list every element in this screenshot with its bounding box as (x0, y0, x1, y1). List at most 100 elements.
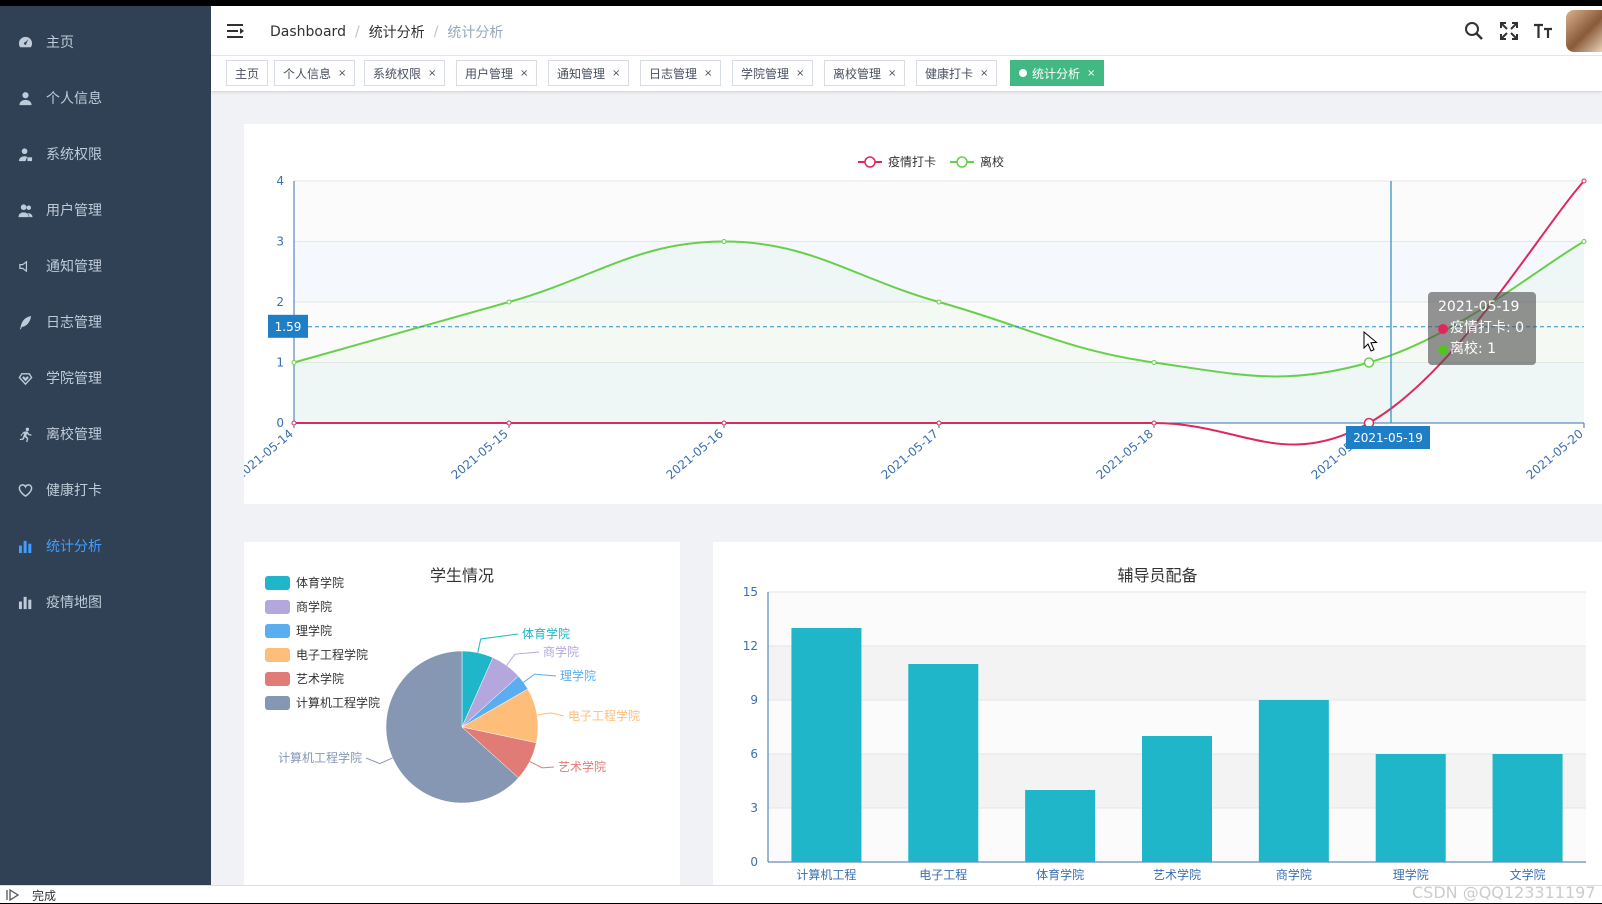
legend-swatch (265, 576, 290, 590)
tag-item[interactable]: 主页 (226, 60, 269, 86)
legend-marker (864, 156, 876, 168)
pie-label-line (506, 651, 540, 666)
sidebar-item-label: 用户管理 (46, 203, 102, 219)
sidebar-item[interactable]: 学院管理 (0, 350, 211, 406)
sidebar-item[interactable]: 统计分析 (0, 518, 211, 574)
sidebar-item[interactable]: 疫情地图 (0, 574, 211, 630)
status-text: 完成 (32, 889, 57, 903)
bar (1142, 736, 1212, 862)
bar-chart: 0 3 6 9 12 15 计算机工程 电子工程 体育学院 艺术学院 商学院 理学院 文学院 (743, 585, 1586, 882)
bar (1375, 754, 1446, 862)
tooltip-row: 疫情打卡: 0 (1438, 318, 1526, 339)
series-point (721, 239, 727, 244)
close-icon[interactable]: × (520, 68, 528, 79)
tag-label: 离校管理 (833, 66, 882, 81)
close-icon[interactable]: × (1087, 68, 1095, 79)
tag-label: 日志管理 (649, 66, 698, 81)
x-tick-label: 体育学院 (1036, 867, 1084, 882)
user-icon (16, 89, 34, 107)
pie-slice-label: 艺术学院 (558, 759, 606, 774)
font-size-icon[interactable] (1533, 21, 1553, 41)
legend-swatch (265, 696, 290, 710)
tag-label: 个人信息 (283, 66, 332, 81)
tag-item[interactable]: 离校管理 × (824, 60, 906, 86)
sidebar-item-label: 离校管理 (46, 427, 102, 443)
user-lock-icon (16, 145, 34, 163)
sidebar-item[interactable]: 系统权限 (0, 126, 211, 182)
series-point (1581, 239, 1587, 244)
close-icon[interactable]: × (428, 68, 436, 79)
play-icon[interactable] (6, 889, 20, 901)
legend-label: 体育学院 (296, 575, 344, 590)
line-chart: 0 1 2 3 4 2021-05-14 2021-05-15 2021-05-16 2021-… (233, 154, 1587, 483)
running-icon (16, 425, 34, 443)
grid-band (768, 646, 1586, 700)
close-icon[interactable]: × (612, 68, 620, 79)
search-icon[interactable] (1464, 21, 1484, 41)
users-icon (16, 201, 34, 219)
tag-item[interactable]: 个人信息 × (274, 60, 356, 86)
sidebar-item[interactable]: 通知管理 (0, 238, 211, 294)
tag-item[interactable]: 通知管理 × (548, 60, 630, 86)
close-icon[interactable]: × (888, 68, 896, 79)
navbar: Dashboard / 统计分析 / 统计分析 (211, 6, 1602, 56)
close-icon[interactable]: × (338, 68, 346, 79)
sidebar-item[interactable]: 个人信息 (0, 70, 211, 126)
sidebar-item[interactable]: 日志管理 (0, 294, 211, 350)
breadcrumb-separator: / (354, 24, 360, 40)
series-dot-icon (1438, 344, 1448, 355)
tag-label: 统计分析 (1032, 66, 1081, 81)
pie-label-line (536, 712, 565, 717)
y-tick-label: 3 (750, 801, 758, 815)
bar (1492, 754, 1563, 862)
x-tick-label: 2021-05-17 (878, 427, 940, 483)
x-tick-label: 计算机工程 (796, 867, 856, 882)
series-point (1151, 360, 1157, 365)
feather-icon (16, 313, 34, 331)
y-tick-label: 12 (743, 639, 758, 653)
sidebar-item[interactable]: 离校管理 (0, 406, 211, 462)
pie-slice-label: 体育学院 (522, 626, 570, 641)
tooltip-row: 离校: 1 (1438, 339, 1526, 360)
bar (908, 664, 979, 862)
fullscreen-icon[interactable] (1499, 21, 1519, 41)
bar (1025, 790, 1096, 862)
tag-label: 通知管理 (557, 66, 606, 81)
series-point (1581, 178, 1587, 184)
sidebar-item[interactable]: 主页 (0, 14, 211, 70)
sidebar-item[interactable]: 用户管理 (0, 182, 211, 238)
pie-chart: 体育学院商学院理学院电子工程学院艺术学院计算机工程学院体育学院商学院理学院电子工… (265, 575, 640, 804)
pie-slice-label: 电子工程学院 (568, 708, 640, 723)
tag-item[interactable]: 用户管理 × (456, 60, 538, 86)
pie-slice-label: 商学院 (543, 644, 579, 659)
tag-item[interactable]: 健康打卡 × (916, 60, 998, 86)
diamond-heart-icon (16, 369, 34, 387)
hamburger-icon[interactable] (227, 23, 245, 39)
y-tick-label: 3 (276, 235, 284, 249)
pie-label-line (365, 757, 393, 765)
tag-item[interactable]: 日志管理 × (640, 60, 722, 86)
close-icon[interactable]: × (796, 68, 804, 79)
breadcrumb-item-dashboard[interactable]: Dashboard (270, 24, 346, 40)
sidebar-item[interactable]: 健康打卡 (0, 462, 211, 518)
sidebar-item-label: 个人信息 (46, 91, 102, 107)
legend-label: 电子工程学院 (296, 647, 368, 662)
x-tick-label: 理学院 (1393, 867, 1429, 882)
heart-icon (16, 481, 34, 499)
tag-item[interactable]: 系统权限 × (364, 60, 446, 86)
bar-chart-panel: 辅导员配备 0 3 6 9 12 15 计算机工程 电子工程 体育学院 艺术学院 商学院 理学院 文学院 (713, 542, 1602, 885)
tag-item[interactable]: 统计分析 × (1010, 60, 1105, 86)
close-icon[interactable]: × (704, 68, 712, 79)
pie-label-line (477, 633, 519, 653)
tag-item[interactable]: 学院管理 × (732, 60, 814, 86)
x-tick-label: 2021-05-14 (244, 427, 296, 483)
pie-label-line (529, 761, 555, 769)
tag-label: 健康打卡 (925, 66, 974, 81)
legend-label: 商学院 (296, 599, 332, 614)
breadcrumb-item-section[interactable]: 统计分析 (369, 22, 425, 42)
line-chart-panel: 0 1 2 3 4 2021-05-14 2021-05-15 2021-05-16 2021-… (233, 124, 1602, 504)
close-icon[interactable]: × (980, 68, 988, 79)
legend-swatch (265, 600, 290, 614)
avatar[interactable] (1566, 10, 1602, 52)
legend-swatch (265, 648, 290, 662)
